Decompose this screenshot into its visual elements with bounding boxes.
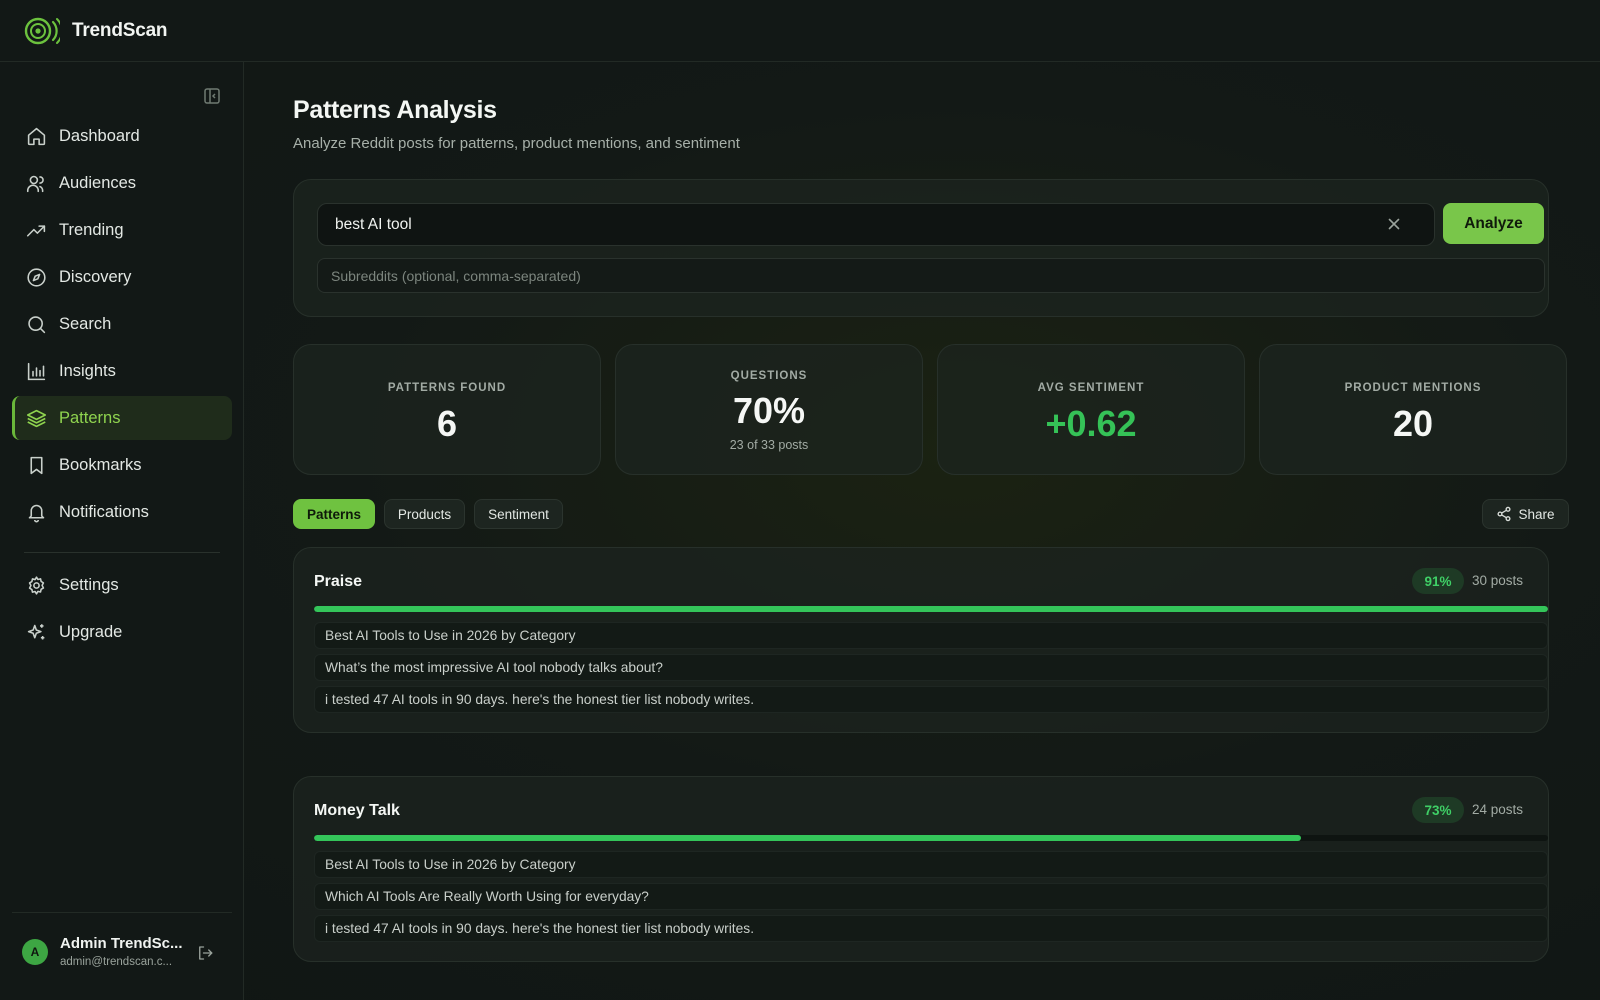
compass-icon bbox=[25, 266, 47, 288]
pattern-card-praise: Praise 91% 30 posts Best AI Tools to Use… bbox=[293, 547, 1549, 733]
pattern-name: Praise bbox=[314, 573, 363, 590]
stat-label: QUESTIONS bbox=[730, 370, 808, 382]
sidebar-item-trending[interactable]: Trending bbox=[12, 208, 232, 252]
stat-card-sentiment: AVG SENTIMENT +0.62 bbox=[937, 344, 1245, 475]
avatar[interactable]: A bbox=[22, 939, 48, 965]
user-name: Admin TrendSc... bbox=[60, 935, 183, 952]
pattern-card-money-talk: Money Talk 73% 24 posts Best AI Tools to… bbox=[293, 776, 1549, 962]
pattern-bar-track bbox=[314, 835, 1548, 841]
sidebar-item-label: Upgrade bbox=[59, 622, 123, 641]
pattern-name: Money Talk bbox=[314, 802, 400, 819]
stat-label: PRODUCT MENTIONS bbox=[1344, 382, 1482, 394]
sidebar-item-discovery[interactable]: Discovery bbox=[12, 255, 232, 299]
pattern-bar-track bbox=[314, 606, 1548, 612]
stat-value: +0.62 bbox=[1045, 403, 1137, 444]
sidebar-item-dashboard[interactable]: Dashboard bbox=[12, 114, 232, 158]
sidebar-item-upgrade[interactable]: Upgrade bbox=[12, 610, 232, 654]
top-bar: TrendScan bbox=[0, 0, 1600, 62]
subreddits-input[interactable] bbox=[317, 258, 1545, 293]
stat-card-questions: QUESTIONS 70% 23 of 33 posts bbox=[615, 344, 923, 475]
sidebar-item-settings[interactable]: Settings bbox=[12, 563, 232, 607]
sidebar-item-label: Dashboard bbox=[59, 126, 140, 145]
home-icon bbox=[25, 125, 47, 147]
sidebar-item-label: Notifications bbox=[59, 502, 149, 521]
stat-value: 6 bbox=[436, 403, 458, 444]
layers-icon bbox=[25, 407, 47, 429]
sparkles-icon bbox=[25, 621, 47, 643]
sidebar-divider bbox=[24, 552, 220, 553]
share-button[interactable]: Share bbox=[1482, 499, 1569, 529]
tab-patterns[interactable]: Patterns bbox=[293, 499, 375, 529]
sidebar-item-notifications[interactable]: Notifications bbox=[12, 490, 232, 534]
sidebar-item-patterns[interactable]: Patterns bbox=[12, 396, 232, 440]
bell-icon bbox=[25, 501, 47, 523]
logout-icon[interactable] bbox=[196, 944, 214, 962]
search-input[interactable] bbox=[317, 203, 1435, 246]
sidebar-item-label: Trending bbox=[59, 220, 124, 239]
stat-label: AVG SENTIMENT bbox=[1037, 382, 1145, 394]
percent-badge: 73% bbox=[1412, 797, 1464, 823]
search-card: Analyze bbox=[293, 179, 1549, 317]
bar-chart-icon bbox=[25, 360, 47, 382]
sidebar-item-label: Audiences bbox=[59, 173, 137, 192]
list-item[interactable]: Best AI Tools to Use in 2026 by Category bbox=[314, 851, 1548, 878]
user-divider bbox=[12, 912, 232, 913]
pattern-bar-fill bbox=[314, 606, 1548, 612]
tab-sentiment[interactable]: Sentiment bbox=[474, 499, 563, 529]
share-label: Share bbox=[1518, 506, 1555, 522]
sidebar-item-bookmarks[interactable]: Bookmarks bbox=[12, 443, 232, 487]
post-count: 24 posts bbox=[1472, 802, 1524, 817]
stat-note: 23 of 33 posts bbox=[729, 438, 809, 452]
list-item[interactable]: Best AI Tools to Use in 2026 by Category bbox=[314, 622, 1548, 649]
user-email: admin@trendscan.c... bbox=[60, 956, 173, 968]
bookmark-icon bbox=[25, 454, 47, 476]
sidebar-item-insights[interactable]: Insights bbox=[12, 349, 232, 393]
sidebar-item-label: Search bbox=[59, 314, 112, 333]
share-icon bbox=[1496, 506, 1512, 522]
list-item[interactable]: i tested 47 AI tools in 90 days. here's … bbox=[314, 686, 1548, 713]
page-title: Patterns Analysis bbox=[293, 96, 497, 124]
collapse-sidebar-icon[interactable] bbox=[202, 86, 222, 106]
pattern-bar-fill bbox=[314, 835, 1302, 841]
radar-signal-icon[interactable] bbox=[22, 12, 60, 50]
stat-label: PATTERNS FOUND bbox=[387, 382, 507, 394]
stat-value: 20 bbox=[1392, 403, 1434, 444]
sidebar-item-label: Discovery bbox=[59, 267, 132, 286]
list-item[interactable]: i tested 47 AI tools in 90 days. here's … bbox=[314, 915, 1548, 942]
stat-value: 70% bbox=[732, 390, 806, 431]
sidebar-item-audiences[interactable]: Audiences bbox=[12, 161, 232, 205]
page-subtitle: Analyze Reddit posts for patterns, produ… bbox=[293, 135, 740, 152]
sidebar-item-search[interactable]: Search bbox=[12, 302, 232, 346]
trending-up-icon bbox=[25, 219, 47, 241]
sidebar-item-label: Insights bbox=[59, 361, 116, 380]
list-item[interactable]: What’s the most impressive AI tool nobod… bbox=[314, 654, 1548, 681]
stat-card-patterns: PATTERNS FOUND 6 bbox=[293, 344, 601, 475]
analyze-button[interactable]: Analyze bbox=[1443, 203, 1544, 244]
percent-badge: 91% bbox=[1412, 568, 1464, 594]
stat-card-product-mentions: PRODUCT MENTIONS 20 bbox=[1259, 344, 1567, 475]
brand-name[interactable]: TrendScan bbox=[72, 20, 168, 42]
sidebar: Dashboard Audiences Trending Discovery S… bbox=[0, 62, 244, 1000]
tab-products[interactable]: Products bbox=[384, 499, 465, 529]
gear-icon bbox=[25, 574, 47, 596]
sidebar-item-label: Settings bbox=[59, 575, 119, 594]
sidebar-item-label: Patterns bbox=[59, 408, 121, 427]
search-icon bbox=[25, 313, 47, 335]
users-icon bbox=[25, 172, 47, 194]
close-icon[interactable] bbox=[1387, 217, 1401, 231]
post-count: 30 posts bbox=[1472, 573, 1524, 588]
sidebar-item-label: Bookmarks bbox=[59, 455, 142, 474]
list-item[interactable]: Which AI Tools Are Really Worth Using fo… bbox=[314, 883, 1548, 910]
main-content: Patterns Analysis Analyze Reddit posts f… bbox=[244, 62, 1600, 1000]
